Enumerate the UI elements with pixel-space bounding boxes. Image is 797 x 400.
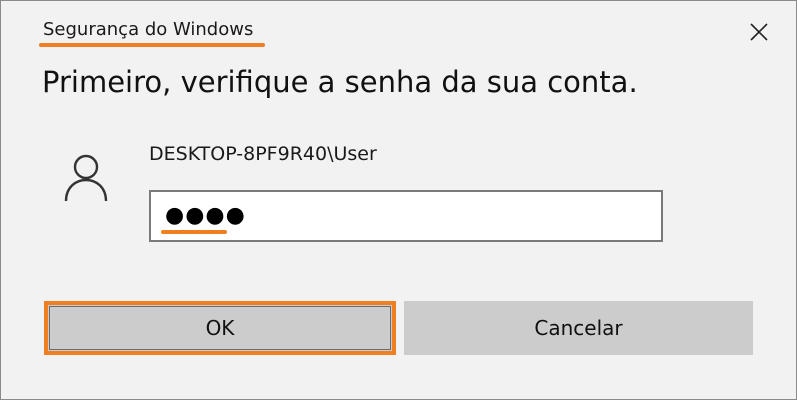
user-icon — [64, 154, 108, 202]
cancel-button-label: Cancelar — [534, 316, 623, 340]
ok-button[interactable]: OK — [44, 301, 396, 355]
password-input[interactable]: ●●●● — [149, 190, 663, 242]
close-button[interactable] — [742, 15, 776, 49]
dialog-title: Segurança do Windows — [43, 19, 254, 40]
cancel-button[interactable]: Cancelar — [404, 301, 753, 355]
password-masked-value: ●●●● — [165, 203, 246, 228]
title-highlight-underline — [39, 43, 265, 47]
password-highlight-underline — [161, 230, 227, 234]
dialog-heading: Primeiro, verifique a senha da sua conta… — [42, 65, 638, 99]
ok-button-focus-ring — [49, 306, 391, 350]
account-username: DESKTOP-8PF9R40\User — [149, 143, 377, 165]
close-icon — [750, 23, 768, 41]
windows-security-dialog: Segurança do Windows Primeiro, verifique… — [0, 0, 797, 400]
